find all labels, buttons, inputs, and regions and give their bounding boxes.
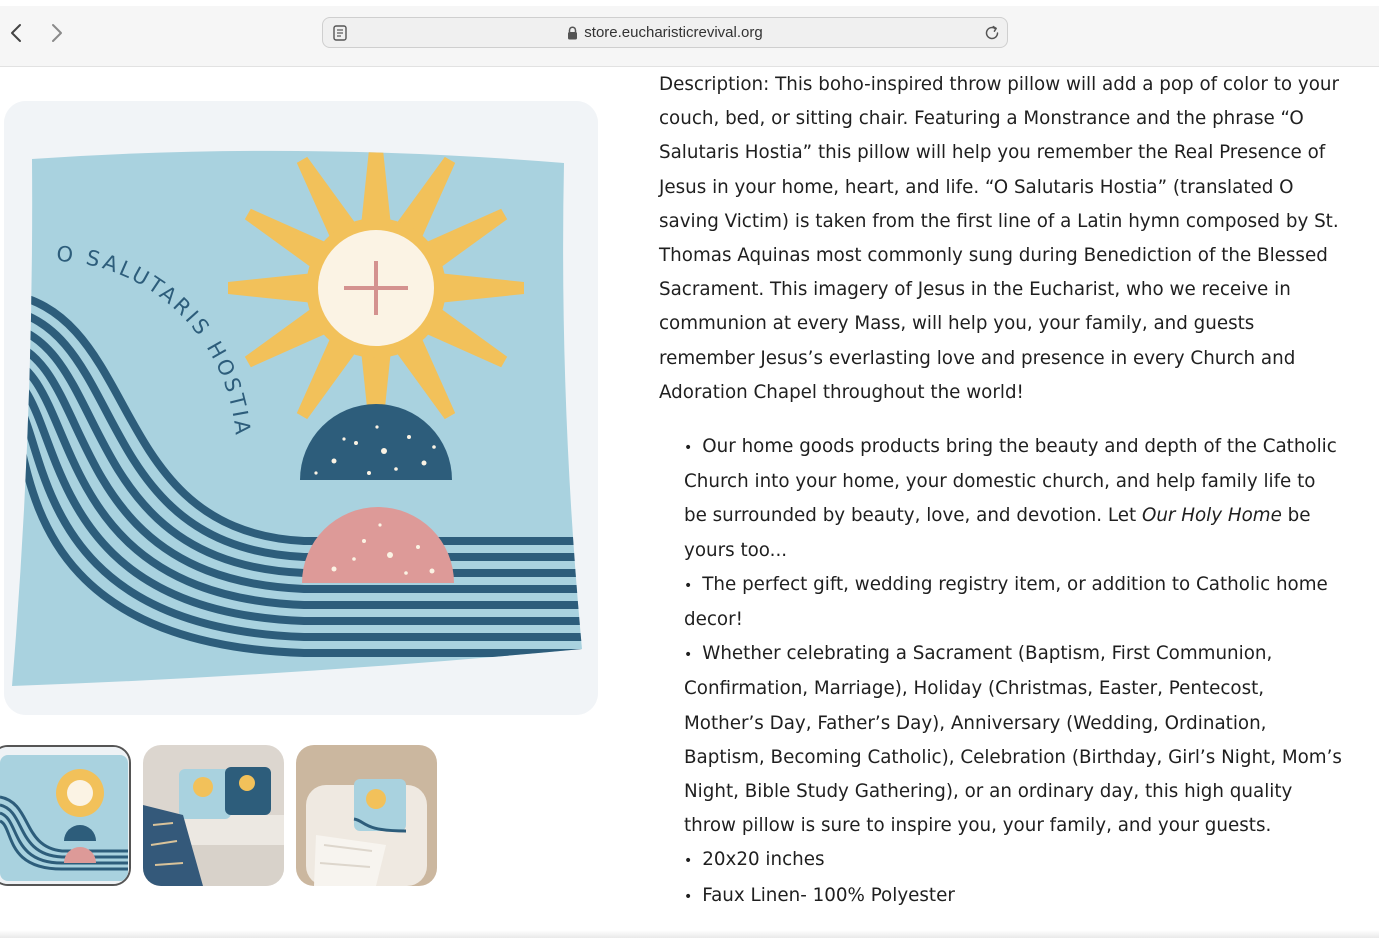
product-main-image[interactable]: O SALUTARIS HOSTIA	[4, 101, 598, 715]
window-top-edge	[0, 0, 1379, 6]
chevron-right-icon	[52, 24, 62, 42]
url-display[interactable]: store.eucharisticrevival.org	[323, 18, 1007, 47]
address-bar[interactable]: store.eucharisticrevival.org	[322, 17, 1008, 48]
forward-button[interactable]	[45, 20, 69, 46]
pillow-illustration: O SALUTARIS HOSTIA	[4, 101, 598, 715]
thumbnail-image	[296, 745, 437, 886]
feature-list: Our home goods products bring the beauty…	[684, 430, 1344, 914]
thumbnail-pillow-front[interactable]	[0, 745, 131, 886]
product-description: Description: This boho-inspired throw pi…	[659, 74, 1339, 403]
feature-item: Whether celebrating a Sacrament (Baptism…	[684, 637, 1344, 843]
chevron-left-icon	[11, 24, 21, 42]
browser-toolbar: store.eucharisticrevival.org	[0, 0, 1379, 67]
feature-item: 20x20 inches	[684, 843, 1344, 878]
thumbnail-image	[0, 747, 129, 884]
feature-item: The perfect gift, wedding registry item,…	[684, 568, 1344, 637]
brand-name: Our Holy Home	[1141, 505, 1282, 527]
bottom-fade	[0, 930, 1379, 938]
url-text: store.eucharisticrevival.org	[584, 24, 763, 41]
thumbnail-image	[143, 745, 284, 886]
feature-item: Faux Linen- 100% Polyester	[684, 879, 1344, 914]
back-button[interactable]	[4, 20, 28, 46]
thumbnail-pillow-on-sofa[interactable]	[143, 745, 284, 886]
feature-item: Our home goods products bring the beauty…	[684, 430, 1344, 568]
thumbnail-pillow-on-chair[interactable]	[296, 745, 437, 886]
reload-icon[interactable]	[983, 24, 1001, 42]
lock-icon	[568, 26, 578, 39]
